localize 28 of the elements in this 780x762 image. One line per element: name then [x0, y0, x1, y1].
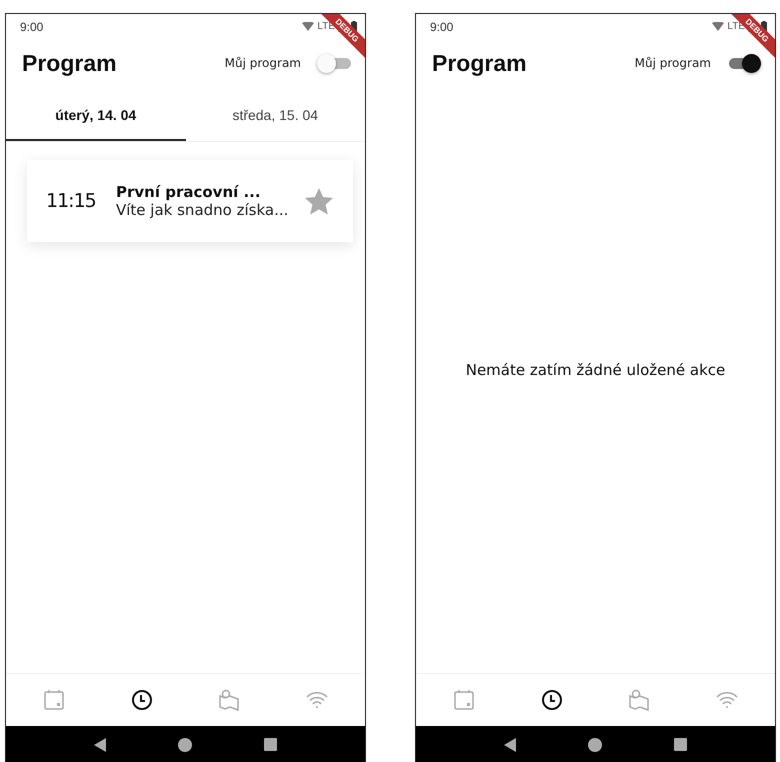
- home-button[interactable]: [588, 738, 602, 752]
- status-time: 9:00: [430, 20, 454, 34]
- calendar-icon: [452, 688, 476, 712]
- home-button[interactable]: [178, 738, 192, 752]
- wifi-signal-icon: [712, 22, 724, 32]
- event-card[interactable]: 11:15 První pracovní ... Víte jak snadno získa...: [27, 160, 353, 242]
- clock-icon: [540, 688, 564, 712]
- my-program-switch[interactable]: [317, 53, 351, 73]
- wifi-signal-icon: [302, 22, 314, 32]
- event-time: 11:15: [46, 190, 97, 212]
- back-button[interactable]: [94, 738, 106, 752]
- my-program-switch[interactable]: [727, 53, 761, 73]
- map-pin-icon: [217, 688, 242, 712]
- event-title: První pracovní ...: [116, 183, 262, 201]
- empty-message: Nemáte zatím žádné uložené akce: [466, 361, 726, 379]
- toggle-label: Můj program: [634, 56, 711, 70]
- calendar-icon: [42, 688, 66, 712]
- map-pin-icon: [627, 688, 652, 712]
- day-tab[interactable]: středa, 15. 04: [186, 87, 365, 141]
- day-tab[interactable]: úterý, 14. 04: [6, 87, 186, 141]
- page-title: Program: [432, 50, 528, 76]
- status-time: 9:00: [20, 20, 44, 34]
- clock-icon: [130, 688, 154, 712]
- star-icon[interactable]: [305, 188, 333, 214]
- back-button[interactable]: [504, 738, 516, 752]
- page-title: Program: [22, 50, 118, 76]
- toggle-label: Můj program: [224, 56, 301, 70]
- event-subtitle: Víte jak snadno získa...: [116, 201, 290, 219]
